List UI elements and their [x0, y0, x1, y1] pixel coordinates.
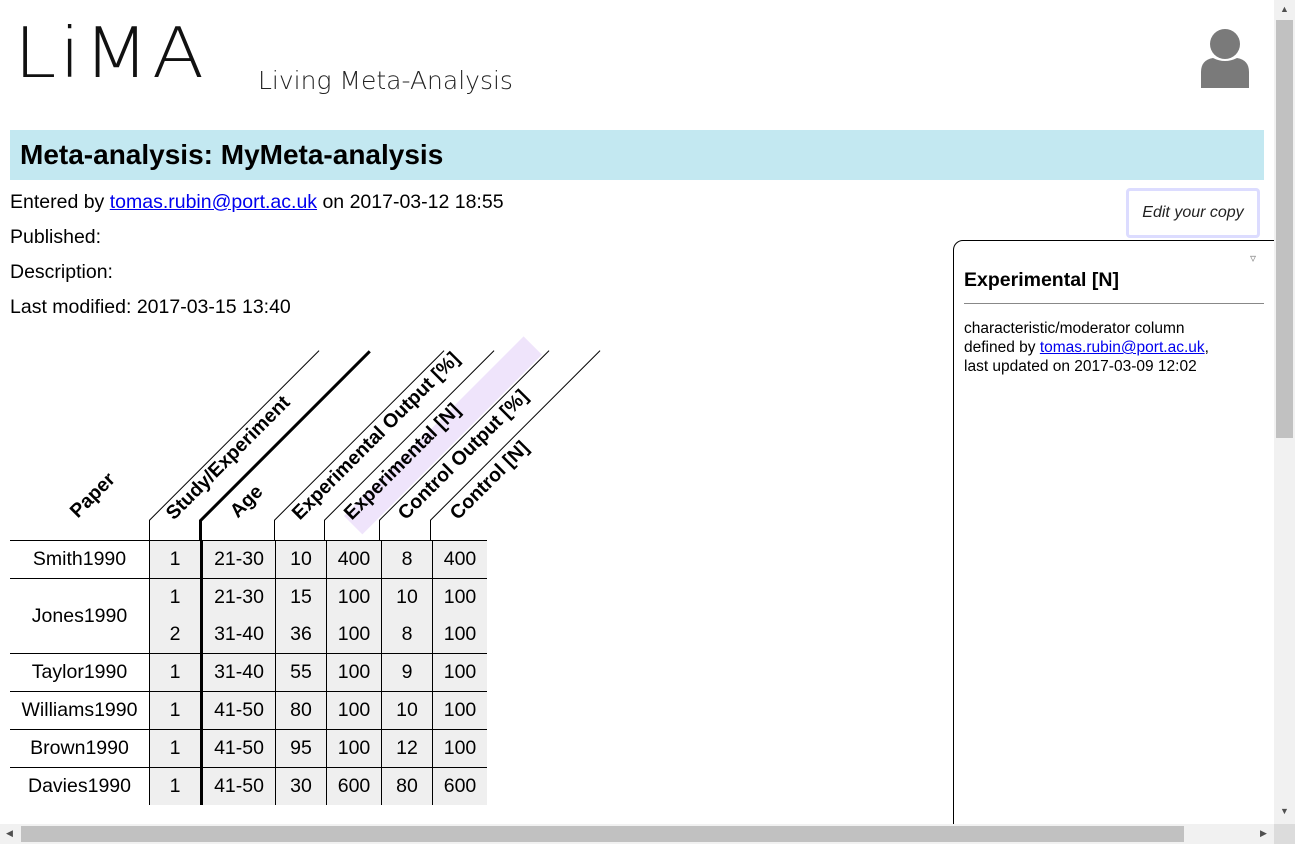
- ctrl-output-cell[interactable]: 80: [381, 767, 433, 805]
- entered-date: on 2017-03-12 18:55: [317, 191, 504, 213]
- table-row: Smith1990 1 21-30 10 400 8 400: [10, 540, 487, 579]
- header-divider: [149, 520, 150, 540]
- exp-n-cell[interactable]: 100: [326, 653, 382, 692]
- header-divider: [274, 520, 275, 540]
- comma: ,: [1204, 339, 1209, 356]
- vertical-scroll-thumb[interactable]: [1276, 20, 1293, 438]
- lima-logo[interactable]: LiMA: [14, 18, 207, 88]
- ctrl-n-cell[interactable]: 100: [432, 616, 487, 654]
- exp-n-cell[interactable]: 100: [326, 616, 382, 654]
- header-divider: [199, 350, 371, 523]
- age-cell[interactable]: 31-40: [200, 616, 276, 654]
- title-bar: Meta-analysis: MyMeta-analysis: [10, 130, 1264, 180]
- column-info-panel: ▿ Experimental [N] characteristic/modera…: [953, 240, 1274, 824]
- paper-cell[interactable]: Davies1990: [10, 767, 150, 805]
- header-divider: [199, 520, 202, 540]
- age-cell[interactable]: 41-50: [200, 691, 276, 730]
- ctrl-n-cell[interactable]: 600: [432, 767, 487, 805]
- exp-output-cell[interactable]: 15: [275, 578, 327, 616]
- ctrl-output-cell[interactable]: 9: [381, 653, 433, 692]
- scroll-right-icon[interactable]: ▶: [1260, 828, 1267, 839]
- paper-cell[interactable]: Williams1990: [10, 691, 150, 730]
- panel-title: Experimental [N]: [964, 269, 1119, 291]
- panel-collapse-icon[interactable]: ▿: [1250, 251, 1256, 265]
- table-row: Williams1990 1 41-50 80 100 10 100: [10, 691, 487, 730]
- study-cell[interactable]: 1: [149, 729, 202, 768]
- scroll-up-icon[interactable]: ▲: [1280, 4, 1289, 14]
- panel-info: characteristic/moderator column defined …: [964, 319, 1209, 376]
- description-label: Description:: [10, 261, 113, 283]
- panel-info-updated: last updated on 2017-03-09 12:02: [964, 358, 1197, 375]
- ctrl-n-cell[interactable]: 100: [432, 653, 487, 692]
- author-email-link[interactable]: tomas.rubin@port.ac.uk: [110, 191, 317, 213]
- ctrl-output-cell[interactable]: 12: [381, 729, 433, 768]
- ctrl-n-cell[interactable]: 100: [432, 578, 487, 616]
- exp-output-cell[interactable]: 30: [275, 767, 327, 805]
- age-cell[interactable]: 31-40: [200, 653, 276, 692]
- ctrl-output-cell[interactable]: 10: [381, 578, 433, 616]
- edit-copy-button[interactable]: Edit your copy: [1126, 188, 1260, 238]
- entered-by: Entered by tomas.rubin@port.ac.uk on 201…: [10, 191, 504, 214]
- data-table: Smith1990 1 21-30 10 400 8 400 Jones1990…: [10, 540, 487, 805]
- table-row: Taylor1990 1 31-40 55 100 9 100: [10, 653, 487, 692]
- age-cell[interactable]: 21-30: [200, 578, 276, 616]
- study-cell[interactable]: 1: [149, 767, 202, 805]
- exp-output-cell[interactable]: 55: [275, 653, 327, 692]
- ctrl-n-cell[interactable]: 100: [432, 729, 487, 768]
- table-row: Davies1990 1 41-50 30 600 80 600: [10, 767, 487, 805]
- defined-by-label: defined by: [964, 339, 1040, 356]
- scroll-down-icon[interactable]: ▼: [1280, 806, 1289, 816]
- paper-cell[interactable]: Jones1990: [10, 578, 150, 654]
- horizontal-scrollbar[interactable]: ◀ ▶: [0, 824, 1274, 844]
- header-divider: [379, 520, 380, 540]
- exp-output-cell[interactable]: 80: [275, 691, 327, 730]
- age-cell[interactable]: 41-50: [200, 767, 276, 805]
- paper-cell[interactable]: Taylor1990: [10, 653, 150, 692]
- exp-n-cell[interactable]: 100: [326, 729, 382, 768]
- vertical-scrollbar[interactable]: ▲ ▼: [1274, 0, 1295, 824]
- scrollbar-corner: [1274, 824, 1295, 844]
- column-headers: Paper Study/Experiment Age Experimental …: [0, 336, 620, 540]
- exp-output-cell[interactable]: 10: [275, 540, 327, 579]
- study-cell[interactable]: 1: [149, 578, 202, 616]
- panel-author-email-link[interactable]: tomas.rubin@port.ac.uk: [1040, 339, 1205, 356]
- last-modified: Last modified: 2017-03-15 13:40: [10, 296, 291, 318]
- age-cell[interactable]: 21-30: [200, 540, 276, 579]
- paper-cell[interactable]: Smith1990: [10, 540, 150, 579]
- entered-by-label: Entered by: [10, 191, 110, 213]
- panel-info-author: defined by tomas.rubin@port.ac.uk,: [964, 338, 1209, 357]
- study-cell[interactable]: 1: [149, 653, 202, 692]
- header-divider: [430, 520, 431, 540]
- panel-divider: [964, 303, 1264, 304]
- panel-info-type: characteristic/moderator column: [964, 320, 1185, 337]
- table-row: Jones1990 1 21-30 15 100 10 100: [10, 578, 487, 654]
- exp-n-cell[interactable]: 400: [326, 540, 382, 579]
- exp-n-cell[interactable]: 600: [326, 767, 382, 805]
- published-label: Published:: [10, 226, 102, 248]
- exp-n-cell[interactable]: 100: [326, 691, 382, 730]
- exp-n-cell[interactable]: 100: [326, 578, 382, 616]
- scroll-left-icon[interactable]: ◀: [6, 828, 13, 839]
- exp-output-cell[interactable]: 36: [275, 616, 327, 654]
- header-divider: [324, 520, 325, 540]
- ctrl-output-cell[interactable]: 10: [381, 691, 433, 730]
- col-header-paper[interactable]: Paper: [66, 468, 121, 523]
- ctrl-n-cell[interactable]: 100: [432, 691, 487, 730]
- tagline: Living Meta-Analysis: [258, 66, 513, 95]
- horizontal-scroll-thumb[interactable]: [21, 826, 1184, 842]
- paper-cell[interactable]: Brown1990: [10, 729, 150, 768]
- page-title: Meta-analysis: MyMeta-analysis: [20, 139, 444, 170]
- study-cell[interactable]: 2: [149, 616, 202, 654]
- study-cell[interactable]: 1: [149, 691, 202, 730]
- age-cell[interactable]: 41-50: [200, 729, 276, 768]
- page: LiMA Living Meta-Analysis Meta-analysis:…: [0, 0, 1274, 824]
- ctrl-output-cell[interactable]: 8: [381, 540, 433, 579]
- table-row: Brown1990 1 41-50 95 100 12 100: [10, 729, 487, 768]
- study-cell[interactable]: 1: [149, 540, 202, 579]
- ctrl-n-cell[interactable]: 400: [432, 540, 487, 579]
- ctrl-output-cell[interactable]: 8: [381, 616, 433, 654]
- user-avatar-icon[interactable]: [1199, 28, 1251, 88]
- exp-output-cell[interactable]: 95: [275, 729, 327, 768]
